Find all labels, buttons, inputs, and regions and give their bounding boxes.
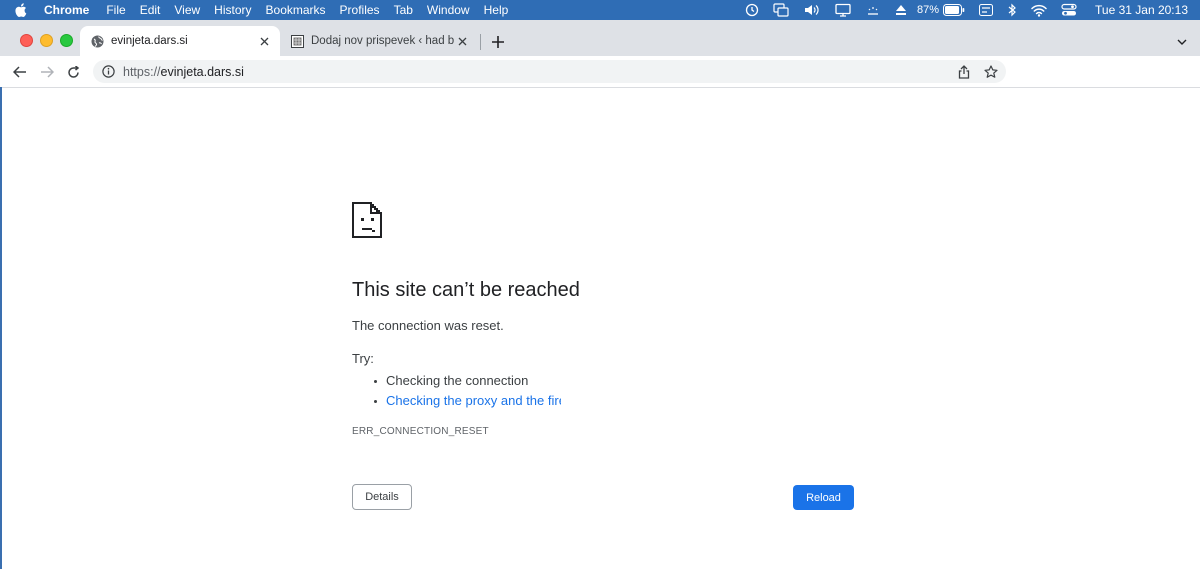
keyboard-brightness-icon[interactable] [865,3,881,17]
apple-menu-icon[interactable] [14,3,28,17]
menu-bookmarks[interactable]: Bookmarks [266,0,326,20]
eject-icon[interactable] [895,3,907,17]
sad-page-icon [352,202,384,238]
menu-view[interactable]: View [174,0,200,20]
macos-menu-bar: Chrome File Edit View History Bookmarks … [0,0,1200,20]
tab-evinjeta[interactable]: evinjeta.dars.si [80,26,280,56]
screen-mirroring-icon[interactable] [773,3,789,17]
reload-button[interactable]: Reload [793,485,854,510]
error-message: The connection was reset. [352,318,504,333]
new-tab-icon[interactable] [488,32,508,52]
control-center-icon[interactable] [1061,3,1077,17]
bullet [374,379,377,383]
wifi-icon[interactable] [1031,4,1047,17]
battery-icon[interactable] [943,4,965,16]
url-scheme: https:// [123,64,161,79]
back-arrow-icon[interactable] [11,63,29,81]
url-text: https://evinjeta.dars.si [123,65,244,79]
window-edge [0,87,2,569]
menu-history[interactable]: History [214,0,251,20]
tab-close-icon[interactable] [256,33,272,49]
site-favicon-icon [290,34,304,48]
menu-help[interactable]: Help [484,0,509,20]
list-item: Checking the proxy and the firewall [372,391,561,411]
status-area: 87% Tue 31 Jan 20:13 [731,0,1200,20]
menu-edit[interactable]: Edit [140,0,161,20]
menu-app-name[interactable]: Chrome [44,0,89,20]
suggestion-list: Checking the connection Checking the pro… [372,371,561,411]
share-icon[interactable] [956,64,972,80]
tab-close-icon[interactable] [454,33,470,49]
zoom-window-button[interactable] [60,34,73,47]
suggestion-check-connection: Checking the connection [386,373,529,388]
minimize-window-button[interactable] [40,34,53,47]
close-window-button[interactable] [20,34,33,47]
bluetooth-icon[interactable] [1007,3,1017,17]
url-host: evinjeta.dars.si [160,64,244,79]
reload-icon[interactable] [64,63,82,81]
menu-profiles[interactable]: Profiles [340,0,380,20]
address-bar[interactable]: https://evinjeta.dars.si [93,60,1006,83]
menubar-clock[interactable]: Tue 31 Jan 20:13 [1095,3,1188,17]
menu-window[interactable]: Window [427,0,470,20]
try-label: Try: [352,351,374,366]
window-controls [20,34,80,47]
details-button[interactable]: Details [352,484,412,510]
list-item: Checking the connection [372,371,561,391]
tab-title: evinjeta.dars.si [111,35,188,47]
display-icon[interactable] [835,3,851,17]
battery-percent: 87% [917,4,940,16]
bookmark-star-icon[interactable] [983,64,999,80]
volume-icon[interactable] [803,3,821,17]
forward-arrow-icon[interactable] [38,63,56,81]
menu-tab[interactable]: Tab [394,0,413,20]
tab-title: Dodaj nov prispevek ‹ had blog [311,35,454,47]
input-source-icon[interactable] [979,4,994,16]
tab-search-chevron-icon[interactable] [1174,34,1190,50]
error-code: ERR_CONNECTION_RESET [352,426,489,437]
tab-dodaj-prispevek[interactable]: Dodaj nov prispevek ‹ had blog [282,26,478,56]
menu-file[interactable]: File [106,0,125,20]
tab-separator [480,34,481,50]
globe-icon [90,34,104,48]
suggestion-proxy-firewall-link[interactable]: Checking the proxy and the firewall [386,393,561,409]
site-info-icon[interactable] [102,65,116,79]
bullet [374,399,377,403]
time-machine-icon[interactable] [745,3,759,17]
tab-strip: evinjeta.dars.si Dodaj nov prispevek ‹ h… [0,20,1200,56]
error-title: This site can’t be reached [352,279,580,301]
browser-toolbar: https://evinjeta.dars.si [0,56,1200,88]
